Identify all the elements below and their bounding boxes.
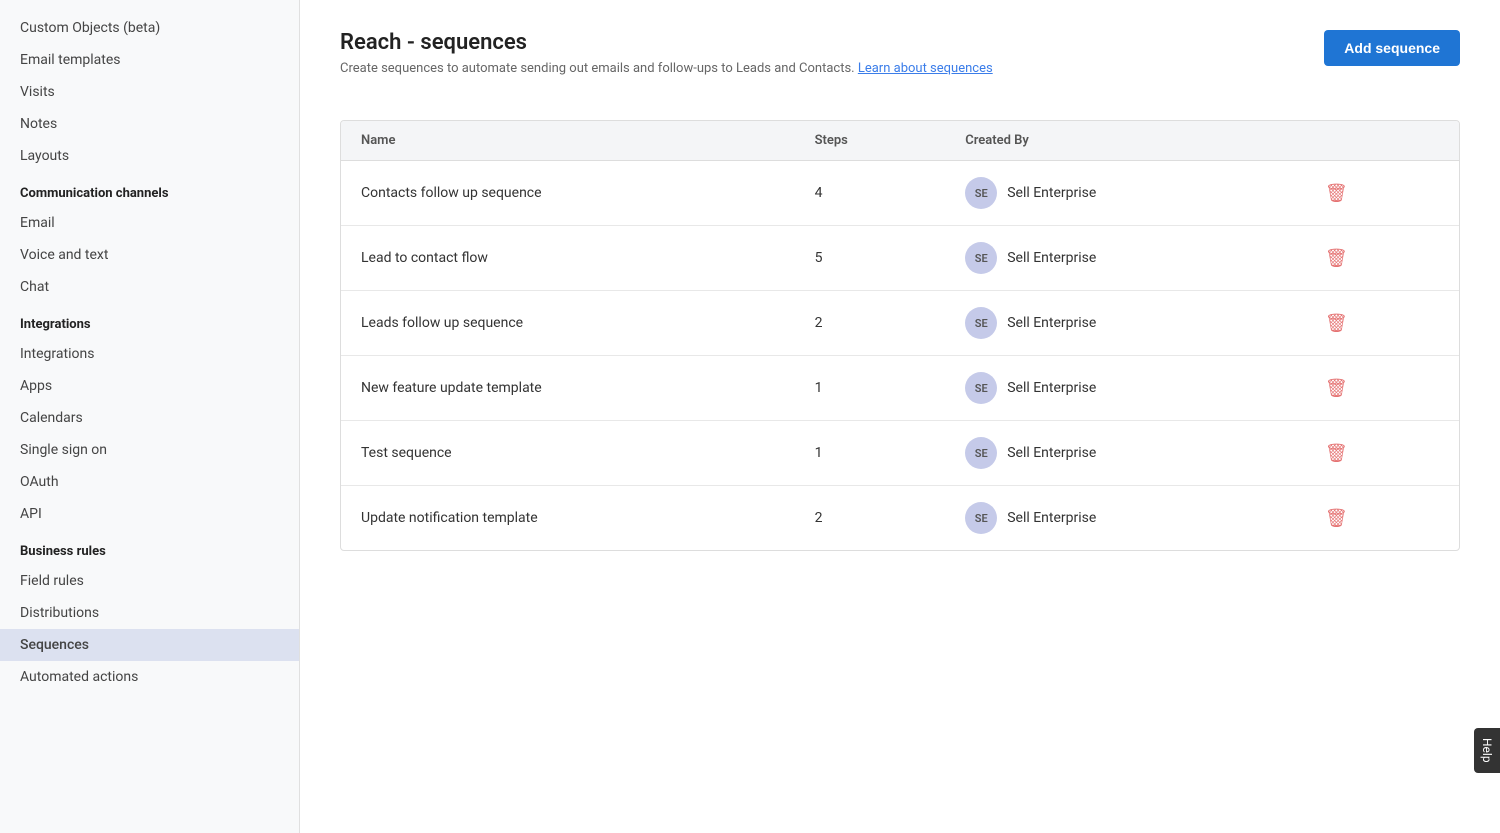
sidebar-section-communication-channels: Communication channels [0, 172, 299, 207]
learn-link[interactable]: Learn about sequences [858, 61, 993, 76]
row-actions: 🗑 [1297, 226, 1459, 291]
sidebar: Custom Objects (beta)Email templatesVisi… [0, 0, 300, 833]
row-name[interactable]: New feature update template [341, 356, 795, 421]
row-steps: 2 [795, 291, 946, 356]
sidebar-item-apps[interactable]: Apps [0, 370, 299, 402]
avatar: SE [965, 437, 997, 469]
help-button[interactable]: Help [1474, 728, 1500, 773]
row-created-by: SE Sell Enterprise [945, 356, 1297, 421]
sequences-table-container: Name Steps Created By Contacts follow up… [340, 120, 1460, 551]
row-steps: 5 [795, 226, 946, 291]
avatar: SE [965, 307, 997, 339]
created-by-name: Sell Enterprise [1007, 380, 1096, 396]
table-row: New feature update template1 SE Sell Enter… [341, 356, 1459, 421]
sidebar-item-visits[interactable]: Visits [0, 76, 299, 108]
row-name[interactable]: Contacts follow up sequence [341, 161, 795, 226]
sidebar-item-email-templates[interactable]: Email templates [0, 44, 299, 76]
row-name[interactable]: Test sequence [341, 421, 795, 486]
sidebar-item-sequences[interactable]: Sequences [0, 629, 299, 661]
delete-button[interactable]: 🗑 [1317, 504, 1356, 533]
row-name[interactable]: Leads follow up sequence [341, 291, 795, 356]
add-sequence-button[interactable]: Add sequence [1324, 30, 1460, 66]
sidebar-item-single-sign-on[interactable]: Single sign on [0, 434, 299, 466]
table-row: Leads follow up sequence2 SE Sell Enterpri… [341, 291, 1459, 356]
sidebar-item-custom-objects[interactable]: Custom Objects (beta) [0, 12, 299, 44]
row-actions: 🗑 [1297, 291, 1459, 356]
row-actions: 🗑 [1297, 486, 1459, 551]
sidebar-item-automated-actions[interactable]: Automated actions [0, 661, 299, 693]
table-row: Lead to contact flow5 SE Sell Enterprise 🗑 [341, 226, 1459, 291]
row-created-by: SE Sell Enterprise [945, 421, 1297, 486]
col-created-by: Created By [945, 121, 1297, 161]
page-description: Create sequences to automate sending out… [340, 61, 993, 76]
avatar: SE [965, 502, 997, 534]
row-steps: 1 [795, 356, 946, 421]
row-steps: 4 [795, 161, 946, 226]
main-header: Reach - sequences Create sequences to au… [340, 30, 1460, 100]
sidebar-item-layouts[interactable]: Layouts [0, 140, 299, 172]
created-by-name: Sell Enterprise [1007, 445, 1096, 461]
avatar: SE [965, 177, 997, 209]
title-desc-block: Reach - sequences Create sequences to au… [340, 30, 993, 100]
table-row: Test sequence1 SE Sell Enterprise 🗑 [341, 421, 1459, 486]
row-actions: 🗑 [1297, 421, 1459, 486]
row-created-by: SE Sell Enterprise [945, 226, 1297, 291]
sidebar-item-voice-and-text[interactable]: Voice and text [0, 239, 299, 271]
avatar: SE [965, 372, 997, 404]
delete-button[interactable]: 🗑 [1317, 439, 1356, 468]
row-actions: 🗑 [1297, 356, 1459, 421]
sidebar-item-api[interactable]: API [0, 498, 299, 530]
delete-button[interactable]: 🗑 [1317, 244, 1356, 273]
created-by-name: Sell Enterprise [1007, 510, 1096, 526]
table-header: Name Steps Created By [341, 121, 1459, 161]
table-body: Contacts follow up sequence4 SE Sell Enter… [341, 161, 1459, 551]
sequences-table: Name Steps Created By Contacts follow up… [341, 121, 1459, 550]
delete-button[interactable]: 🗑 [1317, 179, 1356, 208]
sidebar-item-chat[interactable]: Chat [0, 271, 299, 303]
delete-button[interactable]: 🗑 [1317, 309, 1356, 338]
sidebar-item-integrations[interactable]: Integrations [0, 338, 299, 370]
row-name[interactable]: Lead to contact flow [341, 226, 795, 291]
sidebar-item-email[interactable]: Email [0, 207, 299, 239]
sidebar-item-field-rules[interactable]: Field rules [0, 565, 299, 597]
page-title: Reach - sequences [340, 30, 993, 55]
row-created-by: SE Sell Enterprise [945, 291, 1297, 356]
table-row: Update notification template2 SE Sell Ente… [341, 486, 1459, 551]
col-name: Name [341, 121, 795, 161]
sidebar-item-calendars[interactable]: Calendars [0, 402, 299, 434]
created-by-name: Sell Enterprise [1007, 185, 1096, 201]
sidebar-section-integrations: Integrations [0, 303, 299, 338]
row-name[interactable]: Update notification template [341, 486, 795, 551]
sidebar-item-oauth[interactable]: OAuth [0, 466, 299, 498]
main-content: Reach - sequences Create sequences to au… [300, 0, 1500, 833]
col-actions [1297, 121, 1459, 161]
row-actions: 🗑 [1297, 161, 1459, 226]
sidebar-item-distributions[interactable]: Distributions [0, 597, 299, 629]
col-steps: Steps [795, 121, 946, 161]
row-steps: 1 [795, 421, 946, 486]
created-by-name: Sell Enterprise [1007, 315, 1096, 331]
row-steps: 2 [795, 486, 946, 551]
table-row: Contacts follow up sequence4 SE Sell Enter… [341, 161, 1459, 226]
row-created-by: SE Sell Enterprise [945, 486, 1297, 551]
created-by-name: Sell Enterprise [1007, 250, 1096, 266]
row-created-by: SE Sell Enterprise [945, 161, 1297, 226]
avatar: SE [965, 242, 997, 274]
sidebar-item-notes[interactable]: Notes [0, 108, 299, 140]
delete-button[interactable]: 🗑 [1317, 374, 1356, 403]
sidebar-section-business-rules: Business rules [0, 530, 299, 565]
